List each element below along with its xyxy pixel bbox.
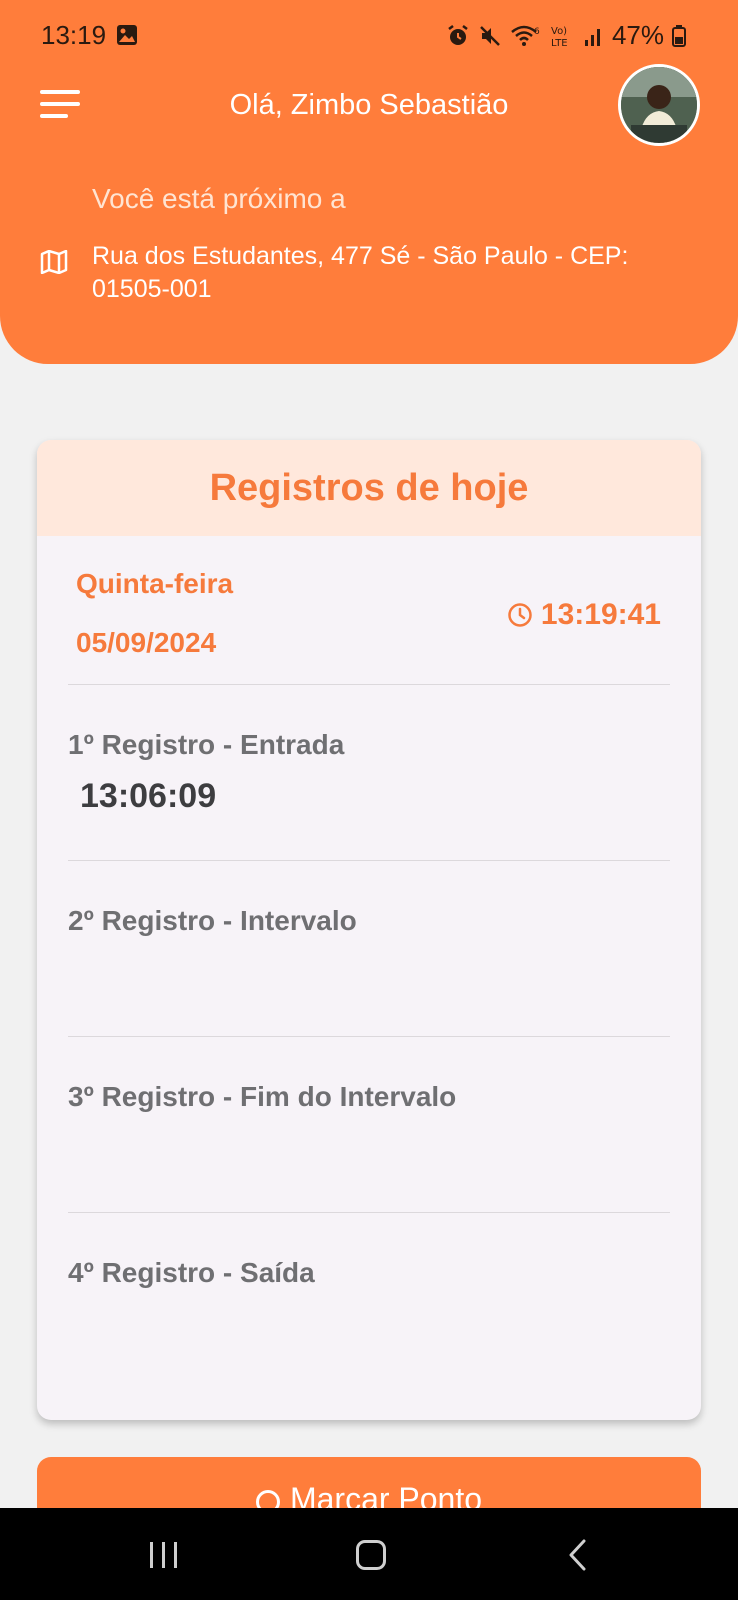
near-label: Você está próximo a	[92, 183, 346, 214]
volte-icon: Vo) LTE	[551, 26, 568, 48]
divider	[68, 1036, 670, 1037]
home-icon[interactable]	[356, 1540, 386, 1570]
records-card: Registros de hoje Quinta-feira 05/09/202…	[37, 440, 701, 1420]
status-bar: 13:19 6 Vo) LTE 47%	[0, 0, 738, 70]
header: 13:19 6 Vo) LTE 47% Olá, Zimbo Sebastião…	[0, 0, 738, 364]
divider	[68, 1212, 670, 1213]
map-icon	[40, 250, 68, 274]
recents-icon[interactable]	[150, 1542, 180, 1568]
svg-text:LTE: LTE	[551, 38, 568, 48]
svg-text:6: 6	[534, 27, 540, 37]
current-time: 13:19:41	[507, 598, 661, 632]
record-time-1: 13:06:09	[80, 777, 217, 815]
battery-icon	[672, 24, 686, 47]
alarm-icon	[448, 24, 468, 45]
svg-text:Vo): Vo)	[551, 26, 567, 37]
weekday: Quinta-feira	[76, 568, 234, 599]
clock-text: 13:19:41	[540, 598, 661, 631]
record-label-4: 4º Registro - Saída	[68, 1257, 315, 1288]
divider	[68, 684, 670, 685]
back-icon[interactable]	[566, 1539, 590, 1571]
status-icons: 6 Vo) LTE 47%	[446, 20, 686, 51]
address: Rua dos Estudantes, 477 Sé - São Paulo -…	[92, 242, 629, 303]
divider	[68, 860, 670, 861]
record-label-1: 1º Registro - Entrada	[68, 729, 345, 760]
wifi-icon: 6	[511, 25, 540, 46]
avatar[interactable]	[618, 64, 700, 146]
status-time: 13:19	[41, 20, 107, 50]
card-title: Registros de hoje	[209, 466, 529, 509]
battery-percentage: 47%	[611, 20, 664, 50]
date: 05/09/2024	[76, 627, 217, 658]
clock-icon	[508, 603, 532, 627]
signal-icon	[584, 28, 600, 46]
gallery-icon	[117, 25, 137, 45]
mute-icon	[480, 25, 500, 46]
record-label-2: 2º Registro - Intervalo	[68, 905, 357, 936]
record-label-3: 3º Registro - Fim do Intervalo	[68, 1081, 457, 1112]
system-nav-bar	[0, 1508, 738, 1600]
card-header: Registros de hoje	[37, 440, 701, 536]
avatar-image	[621, 67, 697, 143]
